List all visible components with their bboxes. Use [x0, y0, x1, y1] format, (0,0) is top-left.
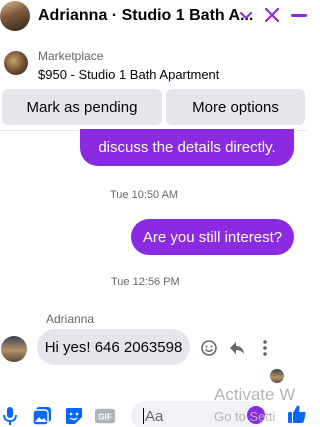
photo-icon[interactable] — [32, 406, 52, 426]
thumbs-up-icon[interactable] — [287, 404, 307, 424]
close-icon[interactable] — [263, 6, 281, 24]
minimize-icon[interactable] — [291, 14, 307, 17]
message-timestamp: Tue 12:56 PM — [111, 276, 180, 288]
sender-name: Adrianna — [46, 312, 95, 326]
microphone-icon[interactable] — [0, 406, 20, 426]
contact-avatar[interactable] — [0, 1, 30, 31]
svg-text:GIF: GIF — [98, 413, 112, 422]
listing-source-label: Marketplace — [38, 49, 104, 63]
activation-watermark-subtitle: Go to Setti — [214, 409, 276, 424]
sender-avatar[interactable] — [1, 336, 27, 362]
react-emoji-icon[interactable] — [199, 338, 219, 358]
reply-icon[interactable] — [227, 338, 247, 358]
activation-watermark-title: Activate W — [214, 385, 296, 404]
message-input-placeholder: Aa — [145, 407, 164, 425]
mark-as-pending-button[interactable]: Mark as pending — [2, 89, 162, 125]
outgoing-message[interactable]: Are you still interest? — [131, 219, 294, 255]
chevron-down-icon[interactable] — [238, 6, 254, 24]
marketplace-listing[interactable]: Marketplace $950 - Studio 1 Bath Apartme… — [0, 40, 307, 86]
listing-price-title: $950 - Studio 1 Bath Apartment — [38, 67, 220, 82]
outgoing-message[interactable]: discuss the details directly. — [80, 129, 294, 166]
more-actions-icon[interactable] — [255, 338, 275, 358]
gif-icon[interactable]: GIF — [95, 406, 115, 426]
chat-title[interactable]: Adrianna · Studio 1 Bath A... — [38, 7, 253, 25]
chat-header: Adrianna · Studio 1 Bath A... — [0, 0, 307, 36]
incoming-message[interactable]: Hi yes! 646 2063598 — [37, 329, 190, 365]
text-caret — [143, 408, 144, 424]
sticker-icon[interactable] — [64, 406, 84, 426]
seen-receipt-avatar — [270, 369, 284, 383]
listing-thumbnail — [4, 51, 28, 75]
more-options-button[interactable]: More options — [166, 89, 305, 125]
message-timestamp: Tue 10:50 AM — [110, 189, 179, 201]
